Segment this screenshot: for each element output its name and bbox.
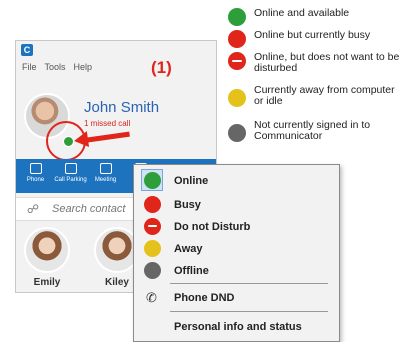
online-dot-icon (228, 8, 246, 26)
legend-label: Currently away from computer or idle (254, 84, 395, 107)
menu-help[interactable]: Help (74, 62, 93, 72)
menu-item-label: Do not Disturb (174, 220, 251, 233)
contacts-icon[interactable]: ☍ (26, 202, 40, 216)
menu-item-away[interactable]: Away (134, 239, 339, 258)
contact-name: Kiley (105, 277, 129, 288)
phone-icon (29, 163, 42, 174)
parking-icon (64, 163, 77, 174)
annotation-arrowhead-icon (72, 131, 90, 149)
menu-item-online[interactable]: Online (134, 169, 339, 191)
menu-tools[interactable]: Tools (45, 62, 66, 72)
dnd-dot-icon (228, 52, 246, 70)
away-dot-icon (228, 89, 246, 107)
app-logo-icon: C (21, 44, 33, 56)
busy-dot-icon (228, 30, 246, 48)
menu-item-busy[interactable]: Busy (134, 195, 339, 214)
legend-item-dnd: Online, but does not want to be disturbe… (228, 52, 400, 74)
contact-avatar (24, 227, 70, 273)
tool-label: Phone (26, 177, 45, 183)
legend-item-offline: Not currently signed in to Communicator (228, 120, 400, 142)
legend-item-busy: Online but currently busy (228, 30, 400, 48)
menu-item-label: Offline (174, 264, 209, 277)
profile-header: John Smith 1 missed call (16, 83, 216, 161)
offline-dot-icon (228, 124, 246, 142)
callout-number: (1) (151, 58, 172, 77)
toolbar-meeting-button[interactable]: Meeting (89, 163, 122, 189)
legend-label: Online and available (254, 7, 350, 19)
legend-item-online: Online and available (228, 8, 400, 26)
menu-item-offline[interactable]: Offline (134, 261, 339, 280)
online-dot-icon (144, 172, 161, 189)
legend-label: Online but currently busy (254, 29, 371, 41)
contact-card[interactable]: Emily (24, 227, 70, 288)
menu-item-do-not-disturb[interactable]: Do not Disturb (134, 217, 339, 236)
menu-item-label: Personal info and status (174, 320, 302, 333)
status-menu: Online Busy Do not Disturb Away Offline … (133, 164, 340, 342)
menu-item-label: Busy (174, 198, 201, 211)
toolbar-call-parking-button[interactable]: Call Parking (54, 163, 87, 189)
menu-item-phone-dnd[interactable]: ✆ Phone DND (134, 288, 339, 307)
menu-item-personal-info[interactable]: Personal info and status (134, 317, 339, 336)
offline-dot-icon (144, 262, 161, 279)
tool-label: Call Parking (54, 177, 87, 183)
menu-file[interactable]: File (22, 62, 37, 72)
menu-bar: File Tools Help (16, 59, 216, 75)
meeting-icon (99, 163, 112, 174)
menu-item-label: Online (174, 174, 209, 187)
busy-dot-icon (144, 196, 161, 213)
legend-item-away: Currently away from computer or idle (228, 85, 400, 107)
phone-dnd-icon: ✆ (146, 289, 157, 305)
contact-name: Emily (33, 277, 61, 288)
legend-label: Online, but does not want to be disturbe… (254, 51, 400, 74)
away-dot-icon (144, 240, 161, 257)
dnd-dot-icon (144, 218, 161, 235)
missed-call-notice[interactable]: 1 missed call (84, 119, 130, 128)
toolbar-phone-button[interactable]: Phone (19, 163, 52, 189)
title-bar: C (16, 41, 216, 59)
tool-label: Meeting (94, 177, 117, 183)
menu-divider (170, 283, 328, 284)
menu-item-label: Away (174, 242, 203, 255)
legend-label: Not currently signed in to Communicator (254, 119, 371, 142)
menu-item-label: Phone DND (174, 291, 235, 304)
status-indicator[interactable] (63, 136, 74, 147)
user-name: John Smith (84, 99, 160, 116)
menu-divider (170, 311, 328, 312)
annotation-arrow-icon (83, 131, 130, 143)
